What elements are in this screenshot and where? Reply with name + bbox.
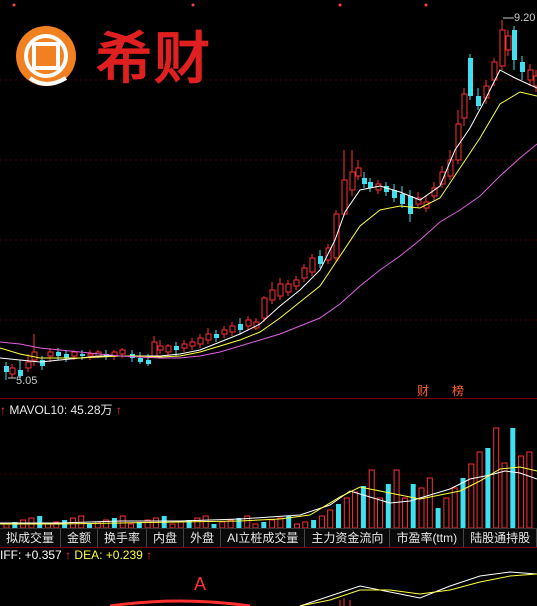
mavol-value: 45.28万 <box>70 403 113 417</box>
mavol-label: MAVOL10: <box>9 403 68 417</box>
tab-main-fund-flow[interactable]: 主力资金流向 <box>305 529 391 547</box>
high-price-label: 9.20 <box>514 12 535 24</box>
arrow-up-icon: ↑ <box>0 403 6 417</box>
arrow-up-icon: ↑ <box>65 548 72 562</box>
tab-outer-volume[interactable]: 外盘 <box>184 529 222 547</box>
signal-marker-a: A <box>194 574 206 594</box>
logo-text: 希财 <box>96 27 212 92</box>
tab-ai-pile-volume[interactable]: AI立桩成交量 <box>221 529 306 547</box>
tab-pe-ttm[interactable]: 市盈率(ttm) <box>390 529 465 547</box>
arrow-up-icon: ↑ <box>115 403 122 417</box>
tab-simulated-volume[interactable]: 拟成交量 <box>0 529 62 547</box>
diff-label: IFF: <box>0 548 22 562</box>
tab-inner-volume[interactable]: 内盘 <box>147 529 185 547</box>
dea-label: DEA: <box>74 548 103 562</box>
macd-indicator-header: IFF: +0.357 ↑ DEA: +0.239 ↑ <box>0 548 537 566</box>
tab-amount[interactable]: 金额 <box>61 529 99 547</box>
volume-indicator-header: ↑ MAVOL10: 45.28万 ↑ <box>0 401 537 419</box>
dea-value: +0.239 <box>105 548 143 562</box>
diff-value: +0.357 <box>24 548 62 562</box>
macd-chart[interactable]: A <box>0 566 537 606</box>
badge-cai[interactable]: 财 <box>417 384 429 398</box>
badge-bang[interactable]: 榜 <box>452 383 464 398</box>
tab-northbound-holding[interactable]: 陆股通持股 <box>464 529 537 547</box>
low-price-label: 5.05 <box>16 375 37 387</box>
panel-divider <box>0 398 537 399</box>
tab-turnover-rate[interactable]: 换手率 <box>98 529 148 547</box>
indicator-tab-bar: 拟成交量 金额 换手率 内盘 外盘 AI立桩成交量 主力资金流向 市盈率(ttm… <box>0 528 537 548</box>
news-badges[interactable]: 财 榜 <box>417 383 464 398</box>
volume-chart[interactable] <box>0 419 537 528</box>
arrow-up-icon: ↑ <box>146 548 153 562</box>
